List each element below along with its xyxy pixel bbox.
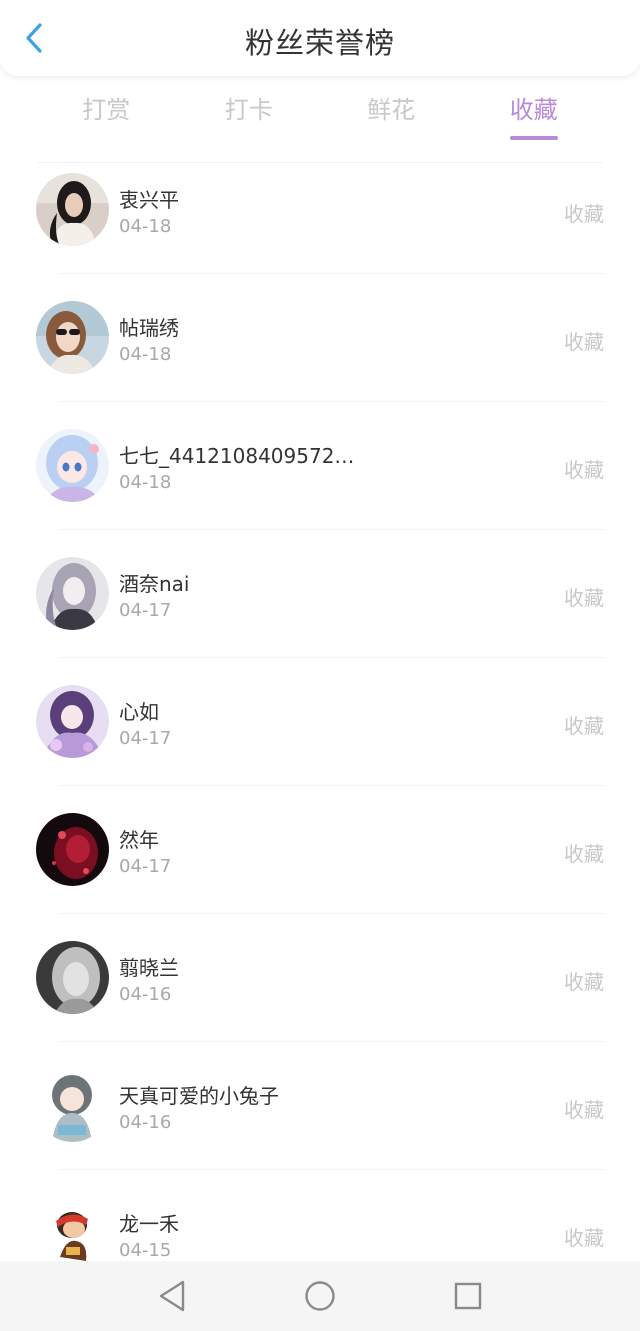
square-recents-icon	[454, 1282, 482, 1310]
tab-favorites[interactable]: 收藏	[463, 90, 606, 146]
active-tab-indicator	[509, 136, 558, 140]
fan-date: 04-18	[119, 216, 172, 237]
avatar[interactable]	[36, 685, 109, 758]
system-nav-bar	[0, 1261, 640, 1331]
fan-name: 天真可爱的小兔子	[119, 1084, 279, 1108]
fan-name: 然年	[119, 828, 159, 852]
tab-label: 收藏	[509, 96, 558, 124]
action-label: 收藏	[564, 586, 604, 610]
action-label: 收藏	[564, 458, 604, 482]
list-item[interactable]: 酒奈nai 04-17 收藏	[0, 530, 640, 658]
avatar[interactable]	[36, 813, 109, 886]
avatar[interactable]	[36, 1069, 109, 1142]
page-title: 粉丝荣誉榜	[244, 26, 395, 60]
tab-flowers[interactable]: 鲜花	[320, 90, 463, 146]
fan-date: 04-17	[119, 728, 172, 749]
fan-name: 翦晓兰	[119, 956, 179, 980]
avatar[interactable]	[36, 173, 109, 246]
avatar[interactable]	[36, 557, 109, 630]
tab-label: 打卡	[224, 96, 273, 124]
avatar[interactable]	[36, 941, 109, 1014]
list-item[interactable]: 帖瑞绣 04-18 收藏	[0, 274, 640, 402]
avatar[interactable]	[36, 1197, 109, 1270]
tab-checkin[interactable]: 打卡	[178, 90, 321, 146]
screen: 粉丝荣誉榜 打赏 打卡 鲜花 收藏 衷兴平 04-18 收藏 帖瑞绣 04-18…	[0, 0, 640, 1331]
list-item[interactable]: 然年 04-17 收藏	[0, 786, 640, 914]
fan-date: 04-18	[119, 472, 172, 493]
fan-date: 04-16	[119, 984, 172, 1005]
app-header: 粉丝荣誉榜	[0, 0, 640, 76]
action-label: 收藏	[564, 970, 604, 994]
list-item[interactable]: 天真可爱的小兔子 04-16 收藏	[0, 1042, 640, 1170]
action-label: 收藏	[564, 714, 604, 738]
tab-label: 打赏	[82, 96, 131, 124]
fan-name: 龙一禾	[119, 1212, 179, 1236]
action-label: 收藏	[564, 330, 604, 354]
fan-list: 衷兴平 04-18 收藏 帖瑞绣 04-18 收藏 七七_44121084095…	[0, 146, 640, 1298]
nav-recents-button[interactable]	[448, 1276, 488, 1316]
nav-back-button[interactable]	[152, 1276, 192, 1316]
fan-date: 04-18	[119, 344, 172, 365]
list-item[interactable]: 七七_44121084095728... 04-18 收藏	[0, 402, 640, 530]
action-label: 收藏	[564, 1098, 604, 1122]
fan-date: 04-17	[119, 856, 172, 877]
list-item[interactable]: 衷兴平 04-18 收藏	[0, 146, 640, 274]
fan-name: 酒奈nai	[119, 572, 190, 596]
list-item[interactable]: 心如 04-17 收藏	[0, 658, 640, 786]
triangle-back-icon	[159, 1280, 185, 1312]
fan-date: 04-17	[119, 600, 172, 621]
circle-home-icon	[305, 1281, 335, 1311]
avatar[interactable]	[36, 301, 109, 374]
tab-bar: 打赏 打卡 鲜花 收藏	[35, 90, 605, 146]
fan-name: 心如	[119, 700, 159, 724]
tab-reward[interactable]: 打赏	[35, 90, 178, 146]
fan-date: 04-15	[119, 1240, 172, 1261]
avatar[interactable]	[36, 429, 109, 502]
fan-name: 七七_44121084095728...	[119, 444, 359, 468]
action-label: 收藏	[564, 202, 604, 226]
list-item[interactable]: 翦晓兰 04-16 收藏	[0, 914, 640, 1042]
fan-name: 帖瑞绣	[119, 316, 179, 340]
nav-home-button[interactable]	[300, 1276, 340, 1316]
action-label: 收藏	[564, 842, 604, 866]
fan-date: 04-16	[119, 1112, 172, 1133]
action-label: 收藏	[564, 1226, 604, 1250]
tab-label: 鲜花	[367, 96, 416, 124]
fan-name: 衷兴平	[119, 188, 179, 212]
